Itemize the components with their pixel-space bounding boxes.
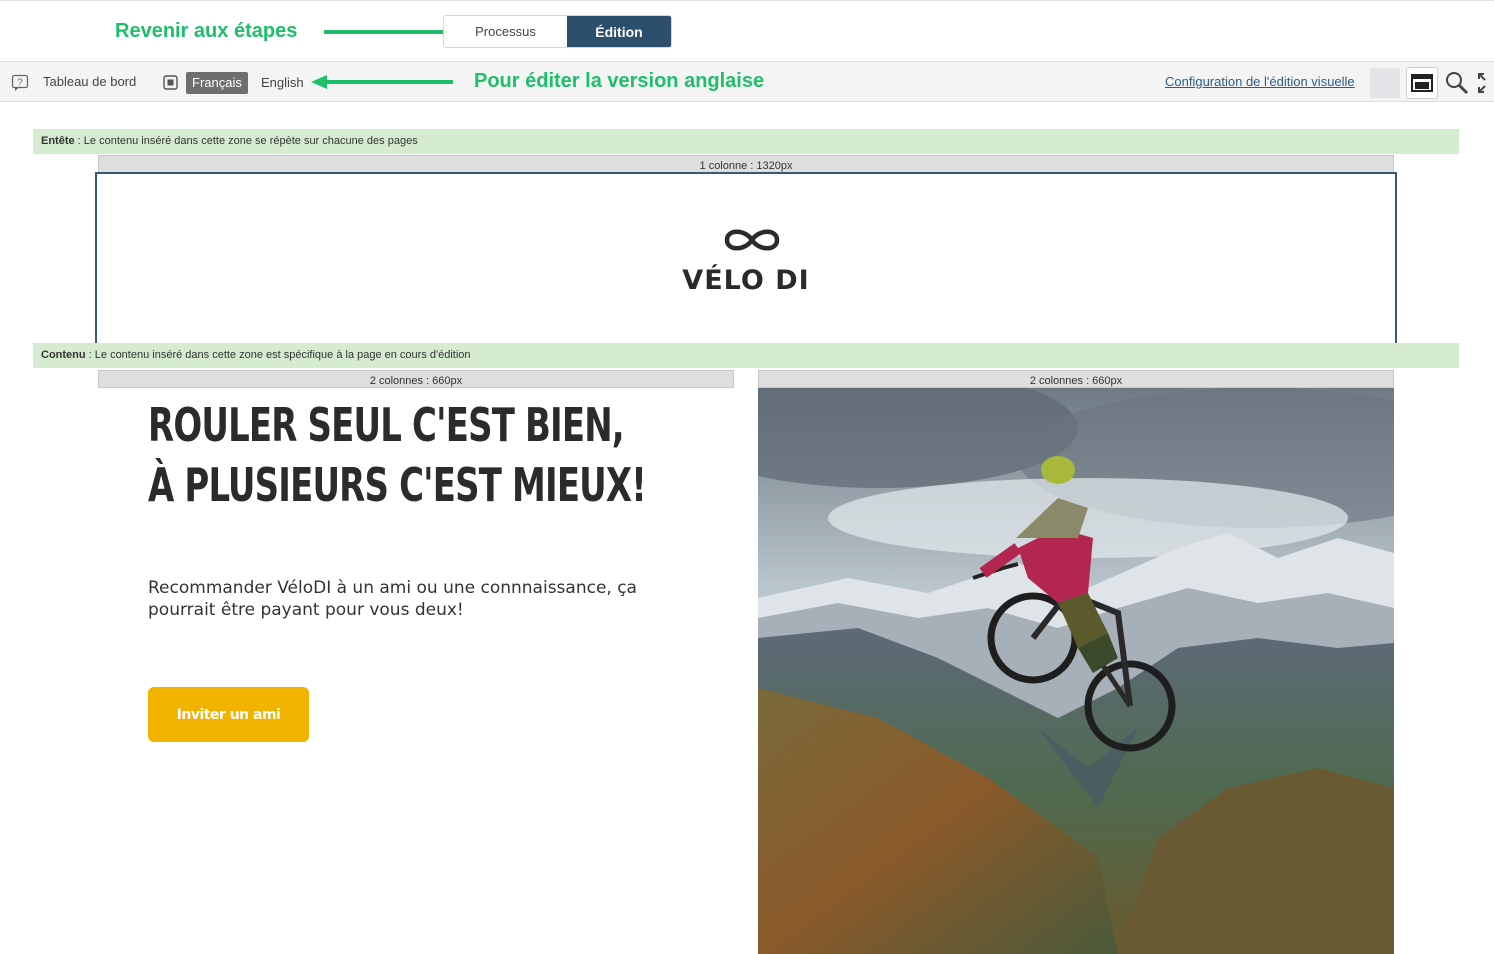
annotation-back-to-steps: Revenir aux étapes: [115, 20, 298, 42]
header-zone-description: : Le contenu inséré dans cette zone se r…: [74, 135, 418, 147]
headline-line-1: ROULER SEUL C'EST BIEN,: [148, 398, 625, 452]
annotation-arrow-left-icon: [311, 75, 453, 89]
color-swatch: [1370, 68, 1400, 98]
fullscreen-button[interactable]: [1474, 67, 1494, 99]
window-preview-icon: [1411, 74, 1433, 92]
processus-button[interactable]: Processus: [444, 16, 567, 47]
infinity-icon: [724, 229, 780, 251]
content-zone-description: : Le contenu inséré dans cette zone est …: [85, 349, 471, 361]
editor-toolbar: ? Tableau de bord Français English Pour …: [0, 61, 1494, 102]
language-fr-button[interactable]: Français: [186, 72, 248, 94]
left-column-bar[interactable]: 2 colonnes : 660px: [98, 370, 734, 388]
fullscreen-icon: [1478, 73, 1486, 93]
svg-text:?: ?: [17, 78, 23, 89]
annotation-edit-english: Pour éditer la version anglaise: [474, 70, 765, 92]
header-zone-label: Entête : Le contenu inséré dans cette zo…: [33, 129, 1459, 154]
mountain-bike-image: [758, 388, 1394, 954]
content-zone-title: Contenu: [41, 349, 86, 361]
mountain-bike-photo[interactable]: [758, 388, 1394, 954]
help-icon[interactable]: ?: [11, 74, 29, 92]
referral-text: Recommander VéloDI à un ami ou une connn…: [148, 578, 637, 620]
header-zone-title: Entête: [41, 135, 75, 147]
invite-friend-button[interactable]: Inviter un ami: [148, 687, 309, 742]
top-bar: Revenir aux étapes Processus Édition: [0, 0, 1494, 62]
search-button[interactable]: [1441, 67, 1473, 99]
header-block[interactable]: VÉLO DI: [95, 172, 1397, 345]
edition-button[interactable]: Édition: [567, 16, 671, 47]
mode-switch: Processus Édition: [443, 15, 672, 48]
right-column-bar[interactable]: 2 colonnes : 660px: [758, 370, 1394, 388]
language-en-button[interactable]: English: [261, 75, 304, 90]
visual-edit-config-link[interactable]: Configuration de l'édition visuelle: [1165, 74, 1355, 89]
search-icon: [1446, 72, 1469, 95]
headline: ROULER SEUL C'EST BIEN, À PLUSIEURS C'ES…: [148, 395, 647, 515]
logo-text: VÉLO DI: [682, 265, 810, 296]
language-icon: [163, 75, 178, 90]
dashboard-link[interactable]: Tableau de bord: [43, 74, 136, 89]
window-preview-button[interactable]: [1406, 67, 1438, 99]
headline-line-2: À PLUSIEURS C'EST MIEUX!: [148, 458, 647, 512]
content-zone-label: Contenu : Le contenu inséré dans cette z…: [33, 343, 1459, 368]
header-column-bar[interactable]: 1 colonne : 1320px: [98, 155, 1394, 173]
